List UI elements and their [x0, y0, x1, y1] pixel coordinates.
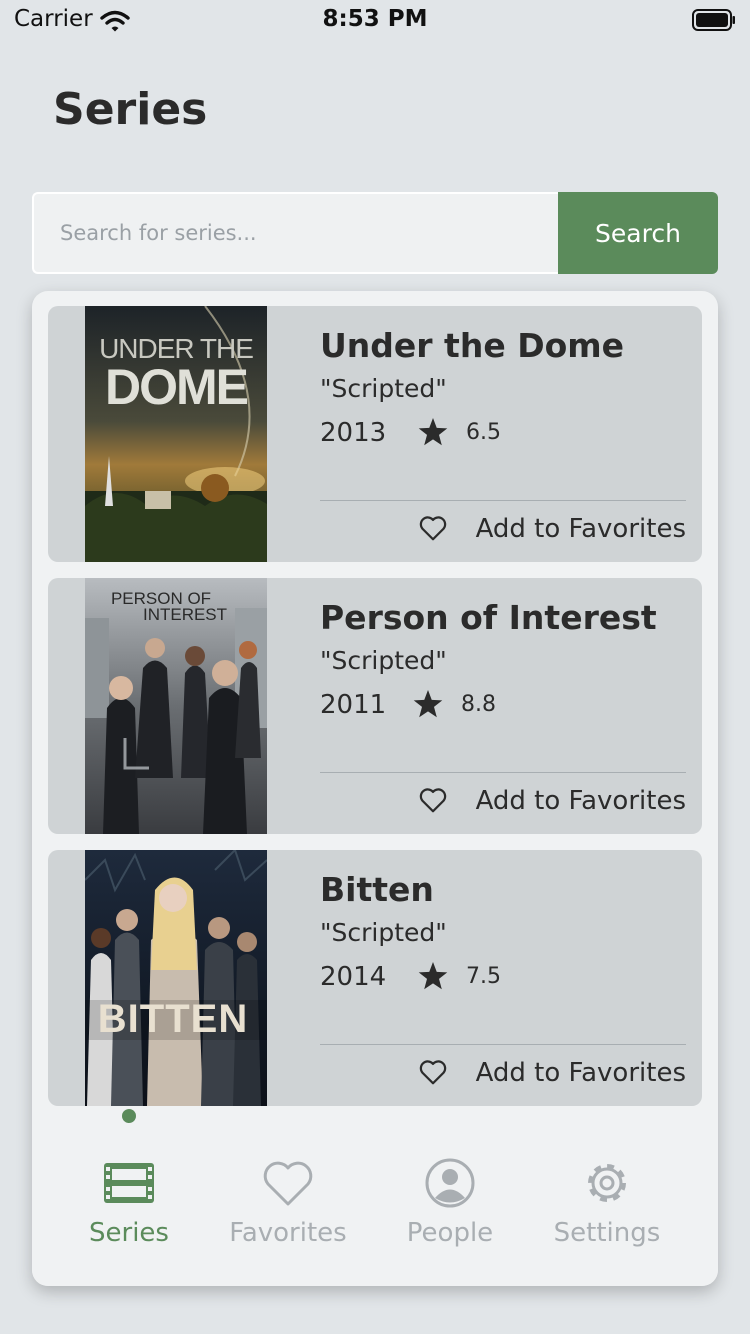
series-genre: "Scripted" [320, 374, 447, 403]
star-icon [413, 690, 443, 718]
page-title: Series [53, 84, 208, 135]
series-rating: 8.8 [461, 692, 496, 717]
tab-label: Series [89, 1218, 169, 1248]
series-year: 2014 [320, 962, 387, 992]
search-input[interactable] [32, 192, 558, 274]
tab-label: Settings [553, 1218, 661, 1248]
star-icon [418, 418, 448, 446]
add-to-favorites-button[interactable]: Add to Favorites [418, 784, 688, 824]
series-genre: "Scripted" [320, 646, 447, 675]
svg-text:DOME: DOME [105, 359, 248, 415]
series-card[interactable]: PERSON OF INTEREST Person of Interest "S… [48, 578, 702, 834]
clock: 8:53 PM [322, 6, 428, 32]
series-title: Under the Dome [320, 326, 625, 365]
tab-label: Favorites [229, 1218, 347, 1248]
tab-favorites[interactable]: Favorites [208, 1155, 368, 1255]
divider [320, 500, 686, 501]
battery-icon [692, 9, 735, 31]
tab-label: People [406, 1218, 494, 1248]
tab-people[interactable]: People [370, 1155, 530, 1255]
status-bar: Carrier 8:53 PM [0, 0, 750, 42]
svg-text:BITTEN: BITTEN [98, 997, 248, 1041]
search-button[interactable]: Search [558, 192, 718, 274]
series-year: 2011 [320, 690, 387, 720]
tab-bar: Series Favorites People Settings [32, 1125, 718, 1286]
series-genre: "Scripted" [320, 918, 447, 947]
series-title: Person of Interest [320, 598, 657, 637]
heart-icon [419, 516, 447, 541]
series-rating: 7.5 [466, 964, 501, 989]
series-rating: 6.5 [466, 420, 501, 445]
series-poster: PERSON OF INTEREST [85, 578, 267, 834]
gear-icon [588, 1164, 626, 1202]
series-poster: UNDER THE DOME [85, 306, 267, 562]
search-bar: Search [32, 192, 718, 274]
series-year: 2013 [320, 418, 387, 448]
add-to-favorites-label: Add to Favorites [475, 786, 686, 816]
divider [320, 1044, 686, 1045]
add-to-favorites-label: Add to Favorites [475, 514, 686, 544]
series-poster: BITTEN [85, 850, 267, 1106]
series-title: Bitten [320, 870, 434, 909]
heart-icon [419, 1060, 447, 1085]
series-list-panel: UNDER THE DOME Under the Dome "Scripted"… [32, 291, 718, 1286]
heart-icon [419, 788, 447, 813]
active-tab-indicator [122, 1109, 136, 1123]
tab-settings[interactable]: Settings [527, 1155, 687, 1255]
series-card[interactable]: BITTEN Bitten "Scripted" 2014 7.5 Add to… [48, 850, 702, 1106]
tab-series[interactable]: Series [49, 1155, 209, 1255]
series-card[interactable]: UNDER THE DOME Under the Dome "Scripted"… [48, 306, 702, 562]
add-to-favorites-button[interactable]: Add to Favorites [418, 1056, 688, 1096]
heart-icon [263, 1161, 313, 1206]
divider [320, 772, 686, 773]
add-to-favorites-label: Add to Favorites [475, 1058, 686, 1088]
person-icon [425, 1158, 475, 1208]
svg-text:INTEREST: INTEREST [143, 605, 227, 624]
add-to-favorites-button[interactable]: Add to Favorites [418, 512, 688, 552]
star-icon [418, 962, 448, 990]
film-icon [104, 1163, 154, 1203]
